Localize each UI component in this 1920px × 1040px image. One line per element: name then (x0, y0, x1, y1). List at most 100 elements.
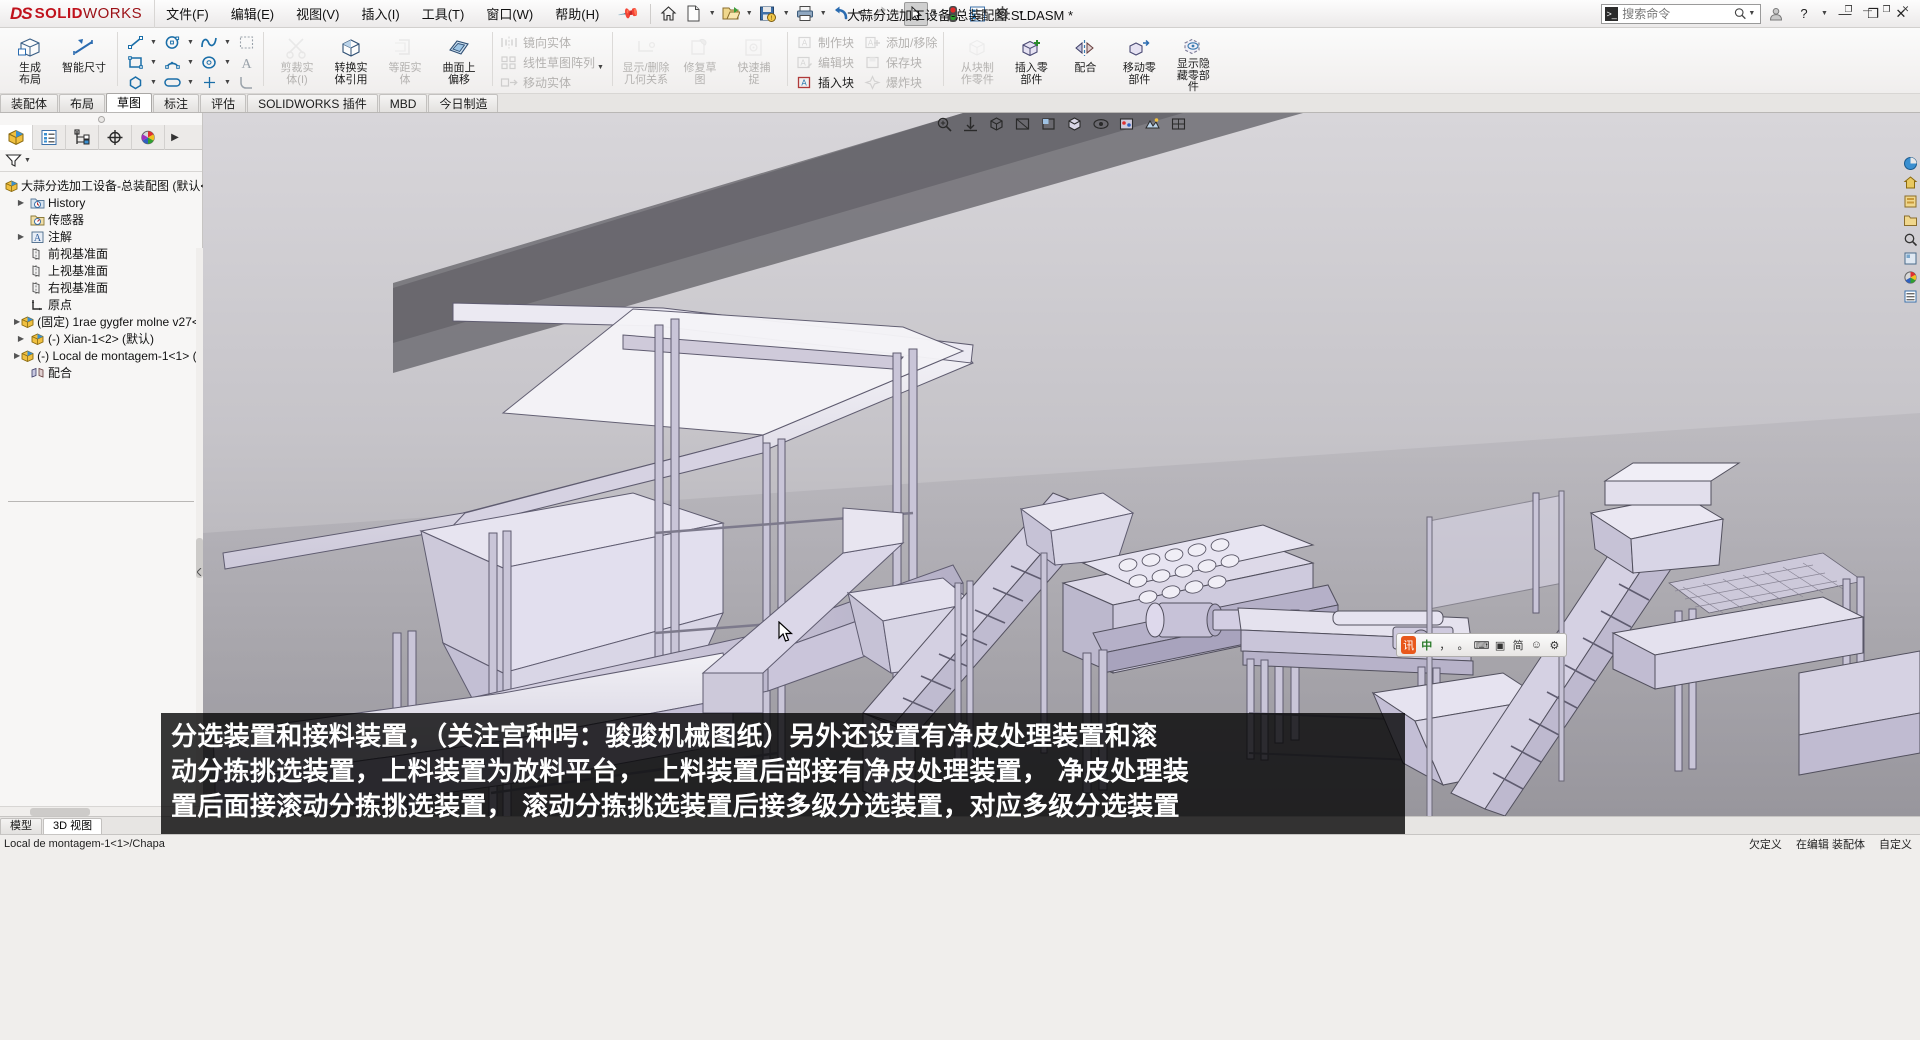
tab-manufacturing-today[interactable]: 今日制造 (428, 94, 499, 112)
save-block-button[interactable]: 保存块 (862, 53, 937, 72)
tab-mbd[interactable]: MBD (378, 94, 428, 112)
display-delete-relations-button[interactable]: 显示/删除 几何关系 (619, 30, 673, 92)
arc-dropdown-icon[interactable]: ▼ (185, 59, 196, 66)
feature-tree-filter[interactable]: ▼ (0, 150, 202, 172)
bottom-tab-model[interactable]: 模型 (0, 817, 42, 834)
linear-sketch-pattern-button[interactable]: 线性草图阵列 (499, 53, 595, 72)
tab-evaluate[interactable]: 评估 (200, 94, 247, 112)
graphics-area[interactable] (203, 113, 1920, 816)
spline-icon[interactable] (198, 33, 220, 52)
select-arrow-icon[interactable] (903, 1, 928, 26)
search-dropdown-icon[interactable]: ▼ (1747, 10, 1757, 17)
insert-components-button[interactable]: 插入零 部件 (1004, 30, 1058, 92)
insert-block-button[interactable]: A 插入块 (794, 73, 854, 92)
add-remove-button[interactable]: A 添加/移除 (862, 33, 937, 52)
tab-assembly[interactable]: 装配体 (0, 94, 59, 112)
polygon-icon[interactable] (124, 73, 146, 92)
offset-entities-button[interactable]: 等距实体 (378, 30, 432, 92)
tab-solidworks-addins[interactable]: SOLIDWORKS 插件 (247, 94, 378, 112)
tree-item-component-local[interactable]: ▶ (-) Local de montagem-1<1> (默 (4, 347, 209, 364)
zoom-to-area-icon[interactable] (959, 114, 983, 134)
previous-view-icon[interactable] (985, 114, 1009, 134)
ime-settings-icon[interactable]: ⚙ (1547, 636, 1562, 654)
repair-sketch-button[interactable]: 修复草图 (673, 30, 727, 92)
view-orientation-icon[interactable] (1037, 114, 1061, 134)
display-style-icon[interactable] (1063, 114, 1087, 134)
new-document-icon[interactable] (682, 2, 706, 26)
3d-model-viewport[interactable] (203, 113, 1920, 816)
view-settings-icon[interactable] (1167, 114, 1191, 134)
tree-expander[interactable]: ▶ (14, 198, 28, 207)
tree-item-mates[interactable]: 配合 (4, 364, 202, 381)
home-icon[interactable] (657, 2, 681, 26)
explode-block-button[interactable]: 爆炸块 (862, 73, 937, 92)
tree-item-history[interactable]: ▶ History (4, 194, 202, 211)
line-icon[interactable] (124, 33, 146, 52)
options-list-icon[interactable] (966, 2, 990, 26)
open-folder-icon[interactable] (719, 2, 743, 26)
edit-block-button[interactable]: A 编辑块 (794, 53, 854, 72)
pin-icon[interactable]: 📌 (617, 2, 641, 26)
ime-toolbox-icon[interactable]: ▣ (1492, 636, 1507, 654)
gear-icon[interactable] (991, 2, 1015, 26)
polygon-dropdown-icon[interactable]: ▼ (148, 79, 159, 86)
undo-icon[interactable] (830, 2, 854, 26)
doc-close-icon[interactable]: ✕ (1897, 2, 1914, 17)
tree-item-front-plane[interactable]: 前视基准面 (4, 245, 202, 262)
pattern-group-dropdown-icon[interactable]: ▼ (595, 64, 606, 71)
ime-simplified-icon[interactable]: 简 (1511, 636, 1526, 654)
menu-view[interactable]: 视图(V) (285, 1, 350, 26)
tree-item-right-plane[interactable]: 右视基准面 (4, 279, 202, 296)
ime-logo-icon[interactable]: 讯 (1401, 636, 1417, 654)
tree-item-component-1rae[interactable]: ▶ (固定) 1rae gygfer molne v27<1> (4, 313, 213, 330)
file-explorer-icon[interactable] (1902, 212, 1919, 229)
print-icon[interactable] (793, 2, 817, 26)
view-palette-icon[interactable] (1902, 155, 1919, 172)
menu-tools[interactable]: 工具(T) (411, 1, 476, 26)
help-icon[interactable]: ? (1791, 2, 1817, 26)
text-icon[interactable]: A (235, 53, 257, 72)
rectangle-icon[interactable] (124, 53, 146, 72)
ellipse-dropdown-icon[interactable]: ▼ (222, 59, 233, 66)
menu-insert[interactable]: 插入(I) (350, 1, 410, 26)
tree-expander[interactable]: ▶ (14, 334, 28, 343)
mirror-entities-button[interactable]: 镜向实体 (499, 33, 595, 52)
show-hide-components-button[interactable]: 显示隐 藏零部件 (1166, 30, 1220, 93)
account-icon[interactable] (1763, 2, 1789, 26)
search-command-box[interactable]: >_ ▼ (1601, 3, 1761, 24)
tab-layout[interactable]: 布局 (59, 94, 106, 112)
options-dropdown-icon[interactable]: ▼ (1016, 10, 1027, 17)
tree-item-annotations[interactable]: ▶ A 注解 (4, 228, 202, 245)
property-manager-tab[interactable] (33, 125, 66, 150)
move-component-button[interactable]: 移动零 部件 (1112, 30, 1166, 92)
circle-icon[interactable] (161, 33, 183, 52)
tree-item-top-plane[interactable]: 上视基准面 (4, 262, 202, 279)
line-dropdown-icon[interactable]: ▼ (148, 39, 159, 46)
apply-scene-icon[interactable] (1141, 114, 1165, 134)
ime-emoji-icon[interactable]: ☺ (1529, 636, 1544, 654)
redo-dropdown-icon[interactable]: ▼ (892, 10, 903, 17)
hscroll-thumb[interactable] (30, 808, 90, 816)
menu-help[interactable]: 帮助(H) (544, 1, 610, 26)
fillet-icon[interactable] (235, 73, 257, 92)
tab-markup[interactable]: 标注 (153, 94, 200, 112)
solidworks-logo[interactable]: DS SOLIDWORKS (0, 0, 156, 28)
open-dropdown-icon[interactable]: ▼ (744, 10, 755, 17)
undo-dropdown-icon[interactable]: ▼ (855, 10, 866, 17)
point-icon[interactable] (198, 73, 220, 92)
search-input[interactable] (1622, 6, 1735, 21)
tree-expander[interactable]: ▶ (14, 232, 28, 241)
rebuild-icon[interactable] (941, 2, 965, 26)
panel-resize-handle[interactable] (0, 113, 202, 125)
redo-icon[interactable] (867, 2, 891, 26)
filter-dropdown-icon[interactable]: ▼ (22, 157, 33, 164)
dimxpert-manager-tab[interactable] (99, 125, 132, 150)
appearances-icon[interactable] (1902, 269, 1919, 286)
circle-dropdown-icon[interactable]: ▼ (185, 39, 196, 46)
print-dropdown-icon[interactable]: ▼ (818, 10, 829, 17)
feature-tree-tab[interactable] (0, 125, 33, 150)
ime-punctuation-icon[interactable]: ， (1437, 636, 1452, 654)
tree-item-assembly-root[interactable]: 大蒜分选加工设备-总装配图 (默认<默认 (4, 177, 231, 194)
rectangle-dropdown-icon[interactable]: ▼ (148, 59, 159, 66)
select-dropdown-icon[interactable]: ▼ (929, 10, 940, 17)
